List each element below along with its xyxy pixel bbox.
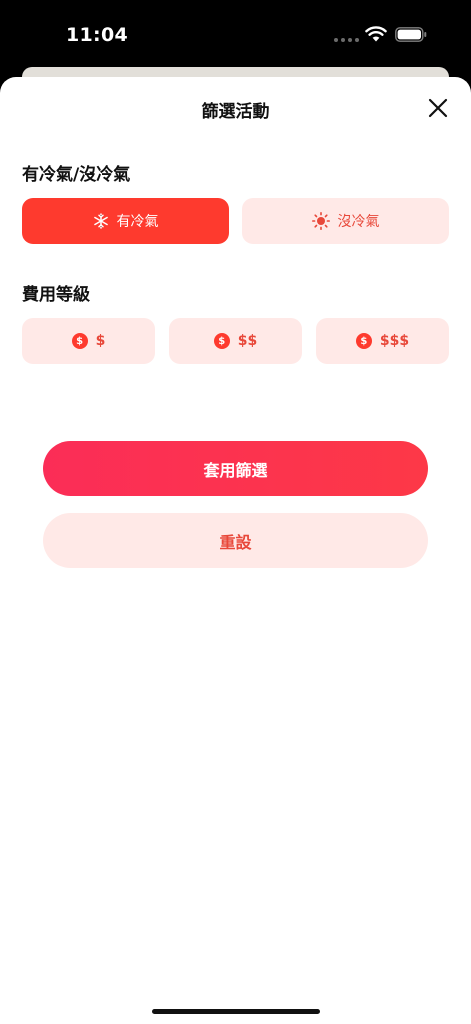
- filter-sheet: 篩選活動 有冷氣/沒冷氣 有冷氣 沒冷氣 費用等級 $ $ $ $$ $ $$$…: [0, 77, 471, 1024]
- screen: 11:04 篩選活動 有冷氣/沒冷氣 有冷氣 沒冷氣 費用等級 $ $ $ $$…: [0, 0, 471, 1024]
- sun-icon: [311, 212, 330, 230]
- option-price-1-label: $: [95, 333, 106, 349]
- option-with-ac[interactable]: 有冷氣: [22, 198, 229, 244]
- price-section-label: 費用等級: [22, 285, 90, 305]
- sheet-title: 篩選活動: [201, 102, 270, 122]
- status-bar: 11:04: [0, 0, 471, 66]
- battery-icon: [395, 27, 427, 42]
- option-with-ac-label: 有冷氣: [116, 214, 159, 230]
- coin-icon: $: [213, 333, 230, 349]
- option-price-2-label: $$: [237, 333, 258, 349]
- close-icon[interactable]: [427, 97, 449, 119]
- option-price-3-label: $$$: [379, 333, 410, 349]
- snowflake-icon: [93, 213, 108, 229]
- apply-filter-button[interactable]: 套用篩選: [43, 441, 428, 496]
- status-time: 11:04: [66, 24, 128, 46]
- wifi-icon: [365, 26, 387, 42]
- option-price-1[interactable]: $ $: [22, 318, 155, 364]
- option-price-2[interactable]: $ $$: [169, 318, 302, 364]
- ac-section-label: 有冷氣/沒冷氣: [22, 165, 131, 185]
- option-without-ac[interactable]: 沒冷氣: [242, 198, 449, 244]
- cellular-signal-icon: [334, 38, 359, 42]
- reset-button[interactable]: 重設: [43, 513, 428, 568]
- home-indicator[interactable]: [152, 1009, 320, 1014]
- coin-icon: $: [71, 333, 88, 349]
- option-price-3[interactable]: $ $$$: [316, 318, 449, 364]
- coin-icon: $: [355, 333, 372, 349]
- option-without-ac-label: 沒冷氣: [337, 214, 380, 230]
